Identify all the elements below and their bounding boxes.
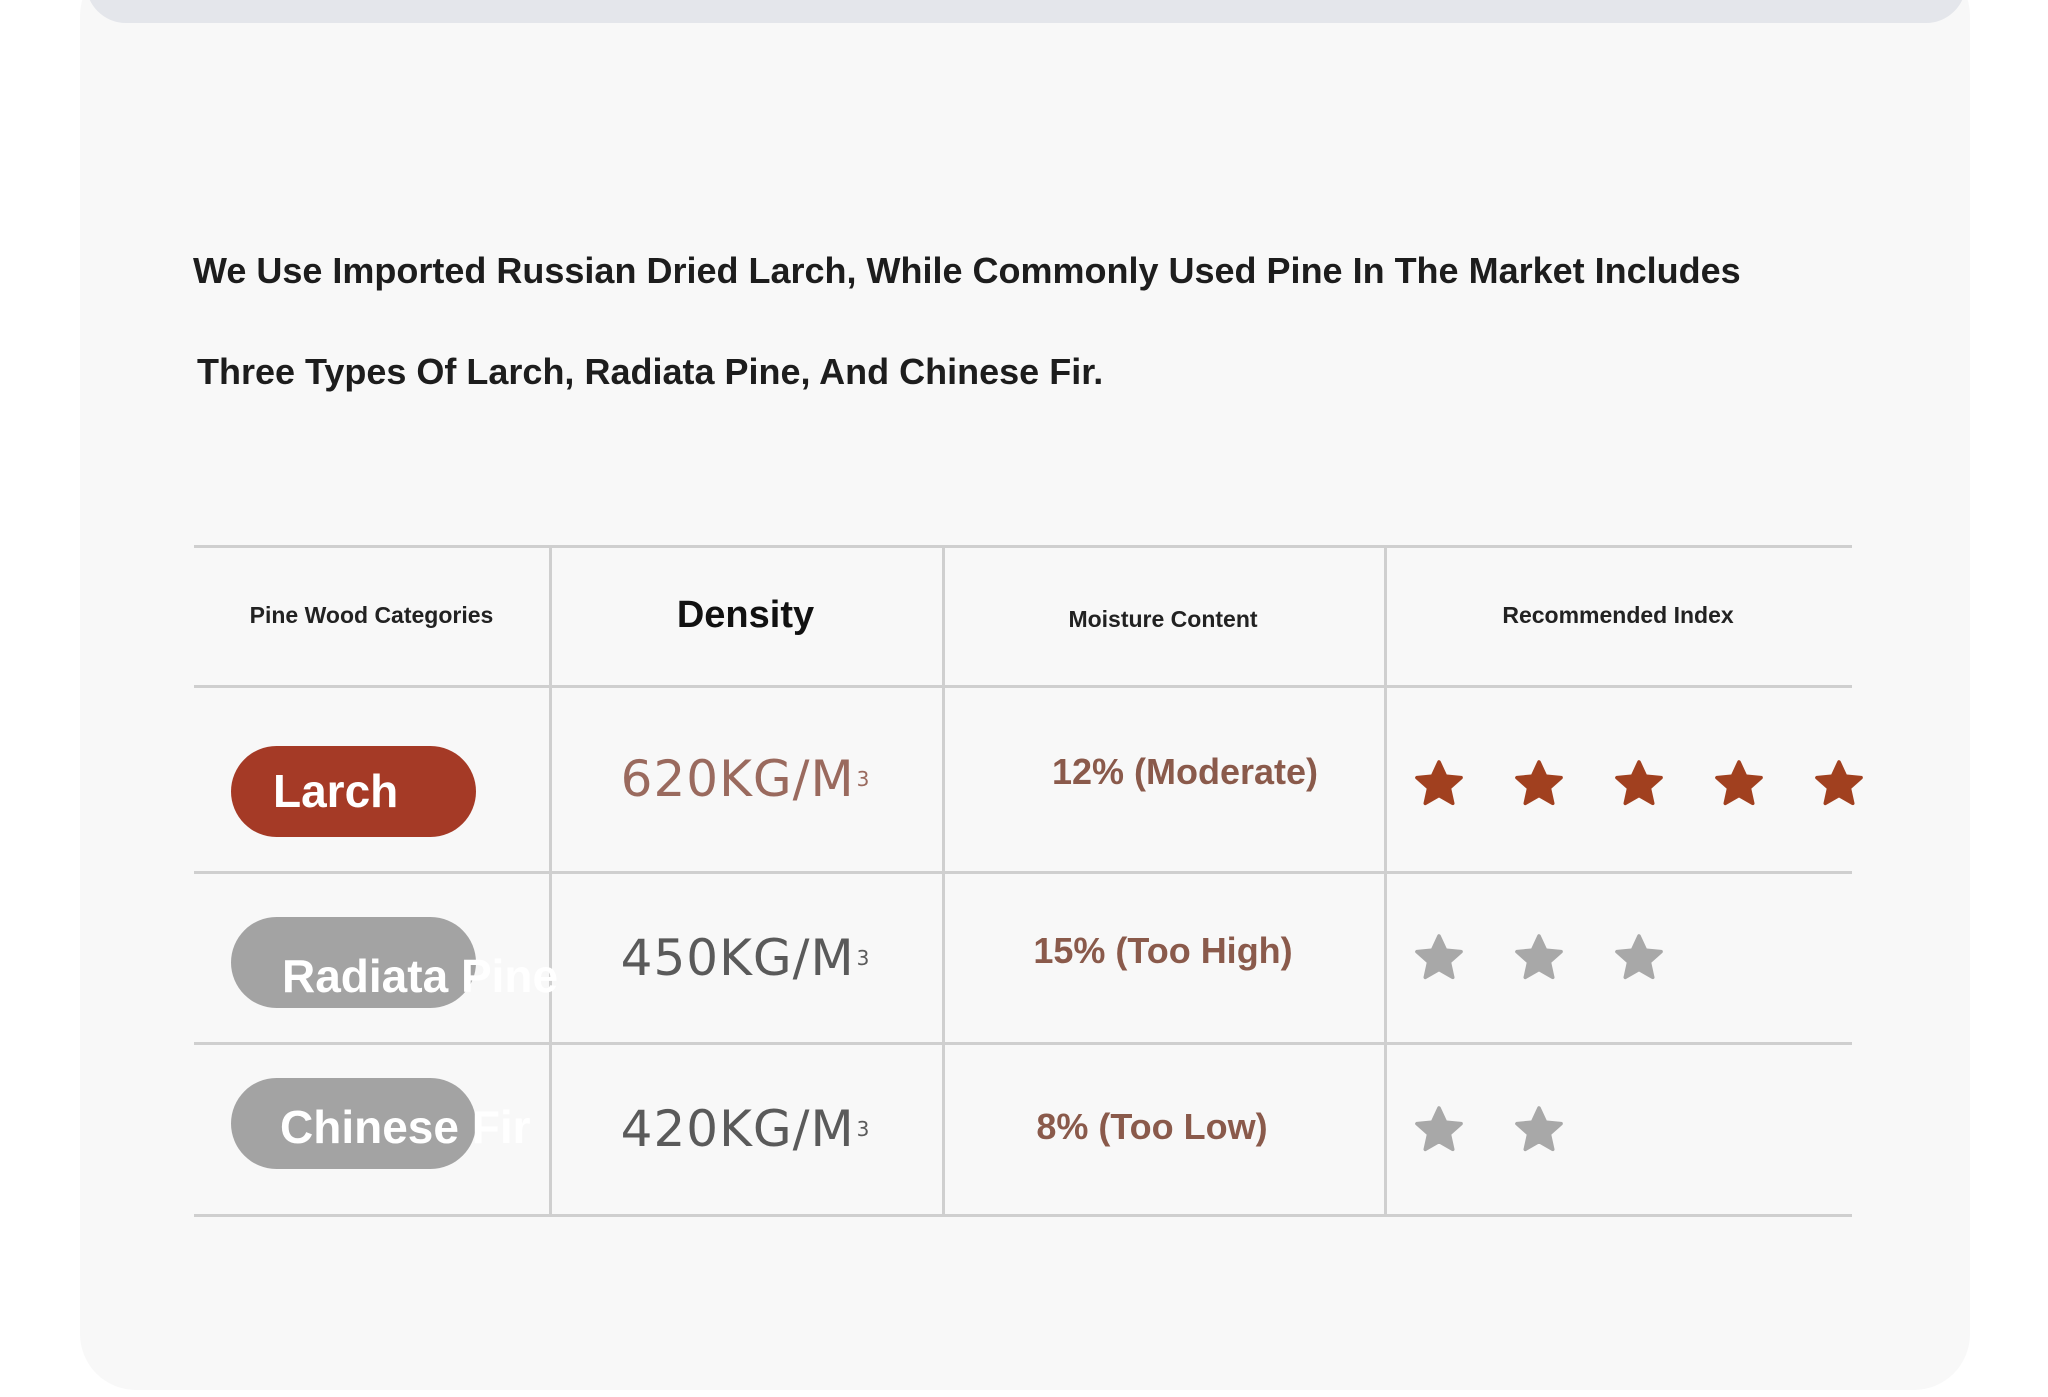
density-number: 620KG/M	[620, 750, 855, 808]
header-moisture: Moisture Content	[1068, 605, 1258, 632]
intro-line-1: We Use Imported Russian Dried Larch, Whi…	[193, 250, 1741, 291]
table-border-bottom	[194, 1214, 1852, 1217]
star-icon	[1715, 760, 1763, 806]
header-recommended-index: Recommended Index	[1502, 601, 1734, 628]
header-density: Density	[676, 593, 815, 636]
moisture-value: 8% (Too Low)	[1036, 1105, 1268, 1147]
category-pill-chinese-fir[interactable]: Chinese Fir	[231, 1078, 531, 1169]
top-bar	[86, 0, 1966, 23]
density-superscript: 3	[856, 767, 871, 791]
star-icon	[1415, 934, 1463, 980]
density-superscript: 3	[856, 1117, 871, 1141]
rating-stars	[1412, 754, 1912, 814]
category-pill-radiata-pine[interactable]: Radiata Pine	[231, 917, 558, 1008]
density-value: 620KG/M 3	[549, 687, 942, 871]
star-icon	[1515, 760, 1563, 806]
star-icon	[1415, 1106, 1463, 1152]
density-superscript: 3	[856, 945, 871, 970]
header-category: Pine Wood Categories	[249, 601, 494, 628]
star-icon	[1615, 760, 1663, 806]
star-icon	[1815, 760, 1863, 806]
category-pill-larch[interactable]: Larch	[231, 746, 476, 837]
star-icon	[1415, 760, 1463, 806]
density-value: 450KG/M 3	[549, 873, 942, 1042]
rating-stars	[1412, 1100, 1612, 1160]
star-icon	[1515, 934, 1563, 980]
category-label: Chinese Fir	[280, 1101, 531, 1153]
category-label: Larch	[273, 765, 399, 817]
moisture-value: 12% (Moderate)	[1051, 751, 1319, 792]
density-number: 420KG/M	[620, 1100, 855, 1158]
intro-text: We Use Imported Russian Dried Larch, Whi…	[193, 220, 1913, 422]
star-icon	[1615, 934, 1663, 980]
star-icon	[1515, 1106, 1563, 1152]
density-number: 450KG/M	[620, 928, 855, 987]
density-value: 420KG/M 3	[549, 1044, 942, 1214]
intro-line-2: Three Types Of Larch, Radiata Pine, And …	[197, 351, 1104, 392]
moisture-value: 15% (Too High)	[1033, 929, 1293, 971]
category-label: Radiata Pine	[282, 950, 559, 1002]
page: We Use Imported Russian Dried Larch, Whi…	[0, 0, 2048, 1397]
rating-stars	[1412, 928, 1712, 988]
